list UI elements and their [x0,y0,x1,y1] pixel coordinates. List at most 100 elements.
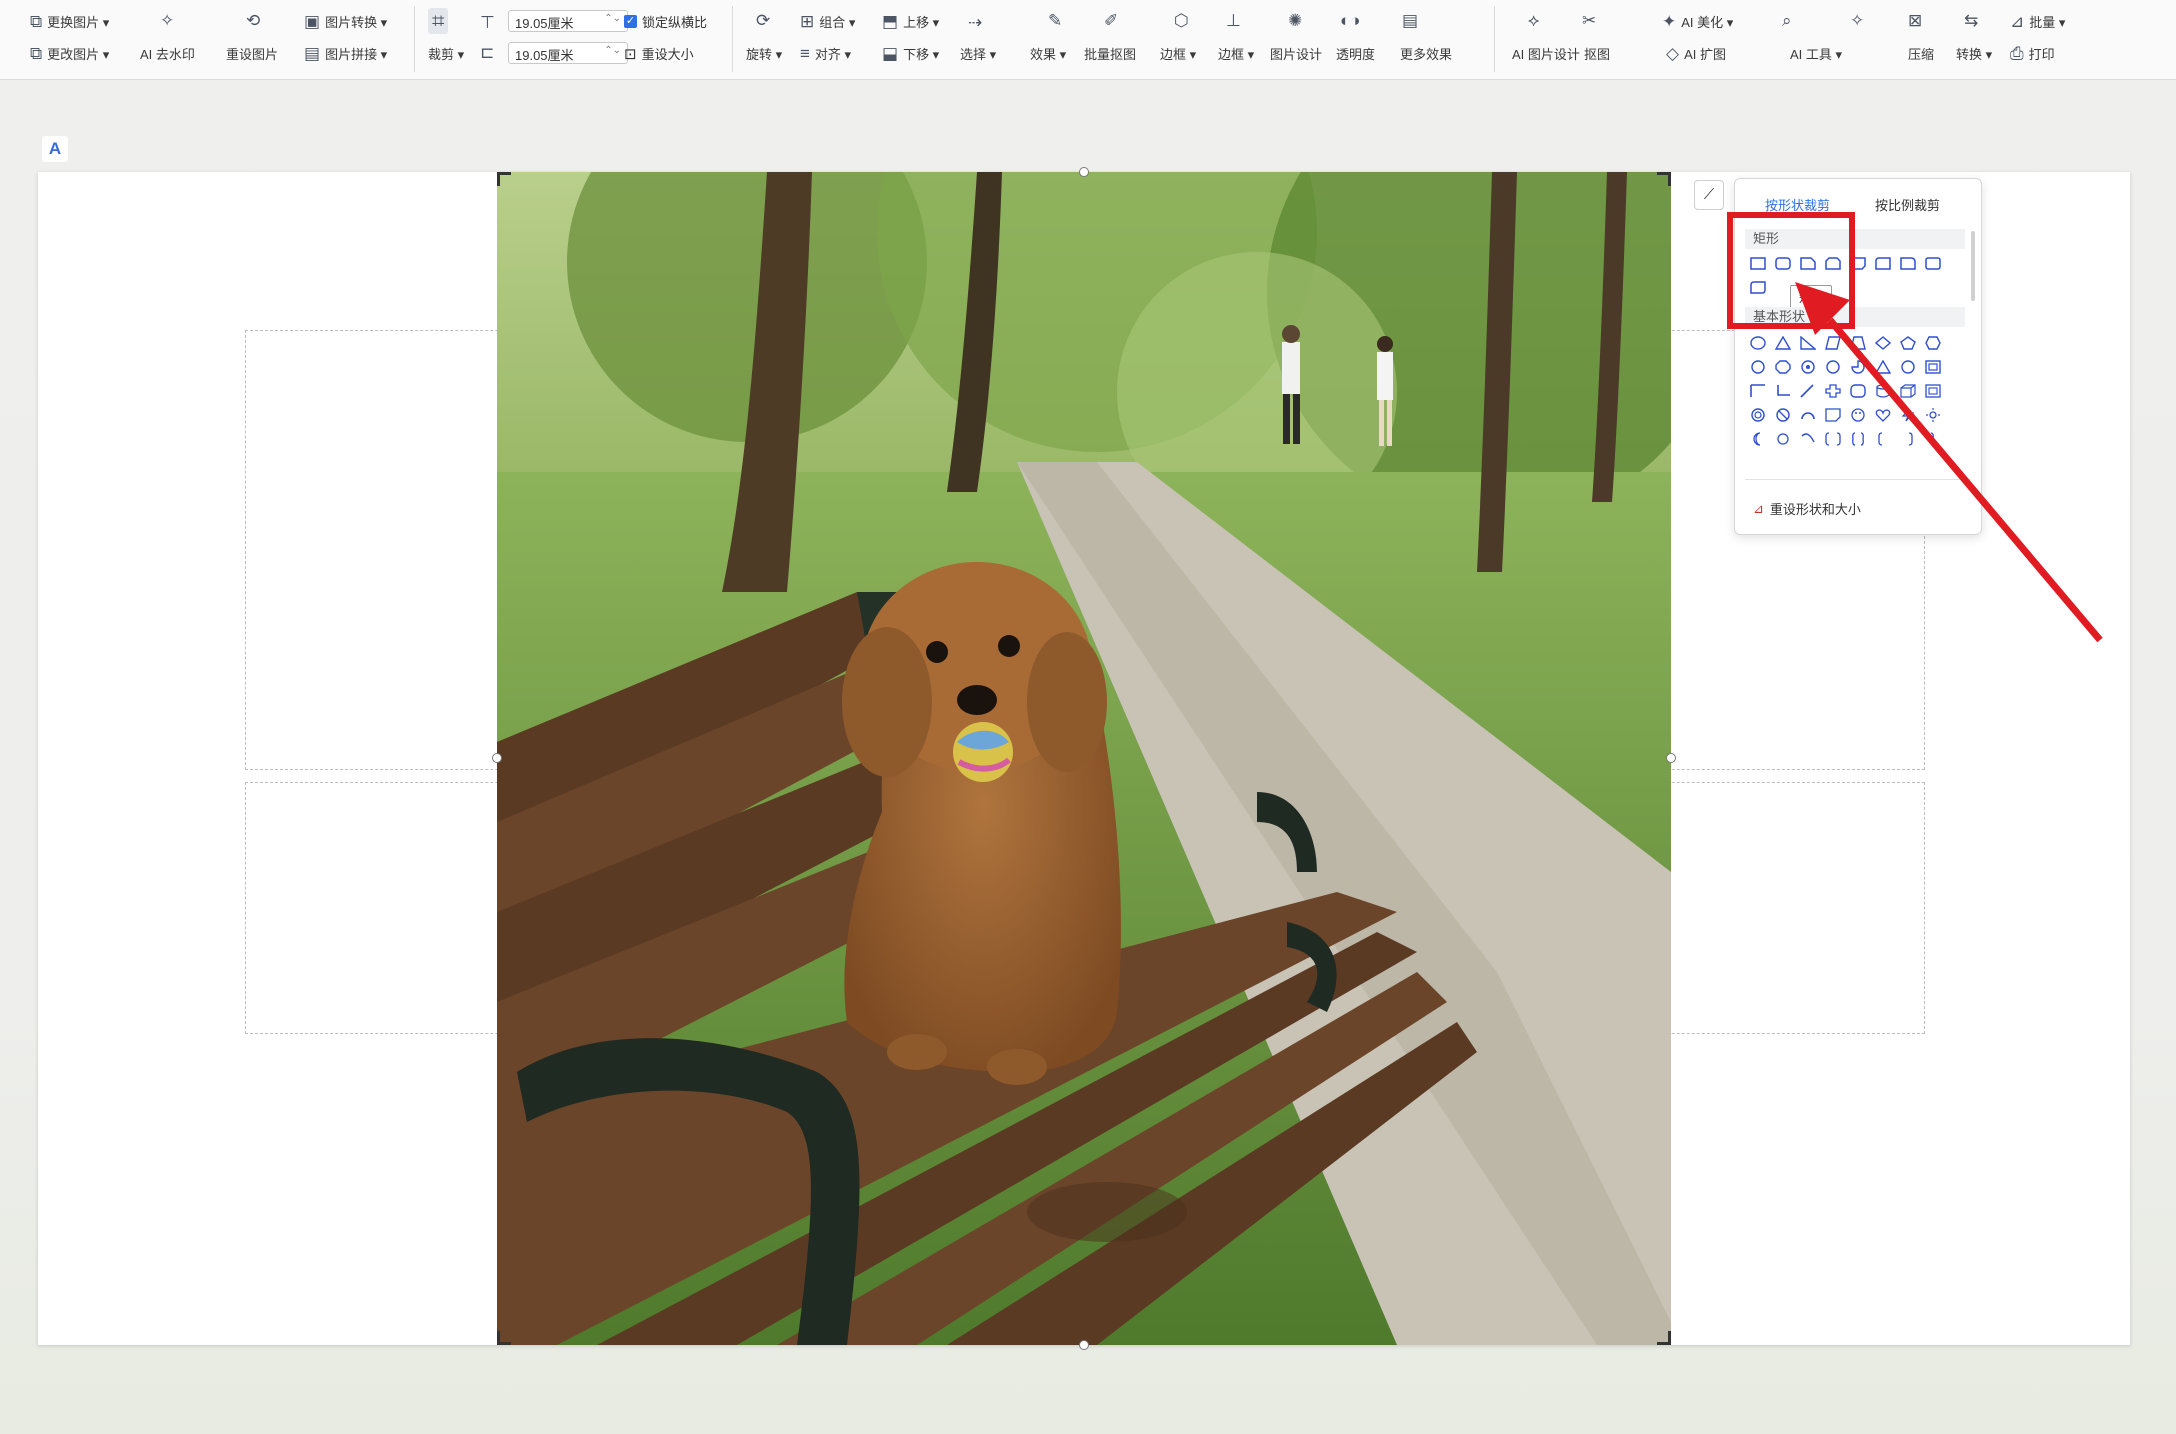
round-two-corner-rectangle-shape-icon[interactable] [1924,255,1942,271]
resize-handle-top[interactable] [1079,167,1089,177]
tab-crop-by-ratio[interactable]: 按比例裁剪 [1875,195,1940,214]
no-symbol-shape-icon[interactable] [1774,407,1792,423]
effects-icon-button[interactable]: ✎ [1048,12,1062,29]
spin-arrows-icon[interactable]: ⌃⌄ [604,45,621,56]
group-button[interactable]: ⊞ 组合 ▾ [800,12,855,31]
smiley-face-shape-icon[interactable] [1849,407,1867,423]
diamond-shape-icon[interactable] [1874,335,1892,351]
convert-icon-button[interactable]: ⇆ [1964,12,1978,29]
ai-design-icon-button[interactable]: ⟡ [1528,12,1539,29]
plaque-shape-icon[interactable] [1849,383,1867,399]
transparency-icon-button[interactable]: ◐◑ [1340,12,1361,29]
rotate-button[interactable]: 旋转 ▾ [746,44,782,63]
right-bracket-shape-icon[interactable] [1899,431,1917,447]
cube-shape-icon[interactable] [1899,383,1917,399]
snip-round-rectangle-shape-icon[interactable] [1874,255,1892,271]
heptagon-shape-icon[interactable] [1749,359,1767,375]
width-input[interactable]: 19.05厘米 ⌃⌄ [508,42,628,64]
batch-matting-button[interactable]: 批量抠图 [1084,44,1136,63]
compress-button[interactable]: 压缩 [1908,44,1934,63]
batch-button[interactable]: ⊿ 批量 ▾ [2010,12,2065,31]
double-bracket-shape-icon[interactable] [1824,431,1842,447]
sun-shape-icon[interactable] [1924,407,1942,423]
oval-shape-icon[interactable] [1749,335,1767,351]
left-bracket-shape-icon[interactable] [1874,431,1892,447]
dodecagon-shape-icon[interactable] [1824,359,1842,375]
more-effects-icon-button[interactable]: ▤ [1402,12,1418,29]
triangle-shape-icon[interactable] [1774,335,1792,351]
resize-handle-top-right[interactable] [1657,172,1671,186]
moon-shape-icon[interactable] [1749,431,1767,447]
effects-button[interactable]: 效果 ▾ [1030,44,1066,63]
ai-design-button[interactable]: AI 图片设计 [1512,44,1580,63]
dog-photo[interactable] [497,172,1671,1345]
right-brace-shape-icon[interactable] [1924,431,1942,447]
ai-tools2-icon-button[interactable]: ✧ [1850,12,1864,29]
trapezoid-shape-icon[interactable] [1849,335,1867,351]
resize-handle-bottom-right[interactable] [1657,1331,1671,1345]
spin-arrows-icon[interactable]: ⌃⌄ [604,13,621,24]
matting-icon-button[interactable]: ✂ [1582,12,1596,29]
cross-shape-icon[interactable] [1824,383,1842,399]
border2-icon-button[interactable]: ⊥ [1226,12,1241,29]
change-image-button[interactable]: ⧉ 更改图片 ▾ [30,44,109,63]
select-button[interactable]: 选择 ▾ [960,44,996,63]
hexagon-shape-icon[interactable] [1924,335,1942,351]
image-design-button[interactable]: 图片设计 [1270,44,1322,63]
resize-handle-right[interactable] [1666,753,1676,763]
print-button[interactable]: ⎙ 打印 [2010,44,2055,63]
ai-remove-watermark-label[interactable]: AI 去水印 [140,44,195,63]
resize-handle-bottom-left[interactable] [497,1331,511,1345]
pie-shape-icon[interactable] [1849,359,1867,375]
block-arc-shape-icon[interactable] [1799,407,1817,423]
lock-ratio-checkbox[interactable]: ✓ 锁定纵横比 [624,12,707,31]
more-effects-button[interactable]: 更多效果 [1400,44,1452,63]
height-input[interactable]: 19.05厘米 ⌃⌄ [508,10,628,32]
border-button[interactable]: 边框 ▾ [1160,44,1196,63]
ai-remove-watermark-button[interactable]: ✧ [160,12,174,29]
crop-dropdown[interactable]: 裁剪 ▾ [428,44,464,63]
frame-shape-icon[interactable] [1924,359,1942,375]
image-design-icon-button[interactable]: ✺ [1288,12,1302,29]
octagon-shape-icon[interactable] [1774,359,1792,375]
ai-tools-button[interactable]: AI 工具 ▾ [1790,44,1842,63]
border-icon-button[interactable]: ⬡ [1174,12,1189,29]
pentagon-shape-icon[interactable] [1899,335,1917,351]
l-shape-icon[interactable] [1774,383,1792,399]
transparency-button[interactable]: 透明度 [1336,44,1375,63]
replace-image-button[interactable]: ⧉ 更换图片 ▾ [30,12,109,31]
crop-shape-button[interactable]: ⟋ [1694,180,1724,210]
resize-handle-bottom[interactable] [1079,1340,1089,1350]
heart-shape-icon[interactable] [1874,407,1892,423]
cloud-shape-icon[interactable] [1774,431,1792,447]
compress-icon-button[interactable]: ⊠ [1908,12,1922,29]
bevel-shape-icon[interactable] [1924,383,1942,399]
reset-image-button[interactable]: 重设图片 [226,44,278,63]
donut-shape-icon[interactable] [1749,407,1767,423]
image-convert-icon-button[interactable]: ⟲ [246,12,260,29]
bring-forward-button[interactable]: ⬒ 上移 ▾ [882,12,939,31]
decagon-shape-icon[interactable] [1799,359,1817,375]
teardrop-shape-icon[interactable] [1899,359,1917,375]
right-triangle-shape-icon[interactable] [1799,335,1817,351]
double-brace-shape-icon[interactable] [1849,431,1867,447]
folded-corner-shape-icon[interactable] [1824,407,1842,423]
crop-button[interactable]: ⌗ [428,8,449,34]
image-convert-button[interactable]: ▣ 图片转换 ▾ [304,12,387,31]
ai-beautify-button[interactable]: ✦ AI 美化 ▾ [1662,12,1733,31]
resize-handle-top-left[interactable] [497,172,511,186]
rotate-icon-button[interactable]: ⟳ [756,12,770,29]
reset-size-button[interactable]: ⊡ 重设大小 [624,44,694,63]
select-icon-button[interactable]: ⇢ [968,14,982,31]
send-backward-button[interactable]: ⬓ 下移 ▾ [882,44,939,63]
ai-expand-button[interactable]: ◇ AI 扩图 [1666,44,1726,63]
half-frame-shape-icon[interactable] [1749,383,1767,399]
panel-scrollbar[interactable] [1971,231,1975,301]
ai-tools-icon-button[interactable]: ⌕ [1782,12,1792,29]
parallelogram-shape-icon[interactable] [1824,335,1842,351]
diagonal-stripe-shape-icon[interactable] [1799,383,1817,399]
resize-handle-left[interactable] [492,753,502,763]
align-button[interactable]: ≡ 对齐 ▾ [800,44,851,63]
reset-shape-and-size-button[interactable]: ⊿ 重设形状和大小 [1753,499,1861,518]
round-single-corner-rectangle-shape-icon[interactable] [1899,255,1917,271]
